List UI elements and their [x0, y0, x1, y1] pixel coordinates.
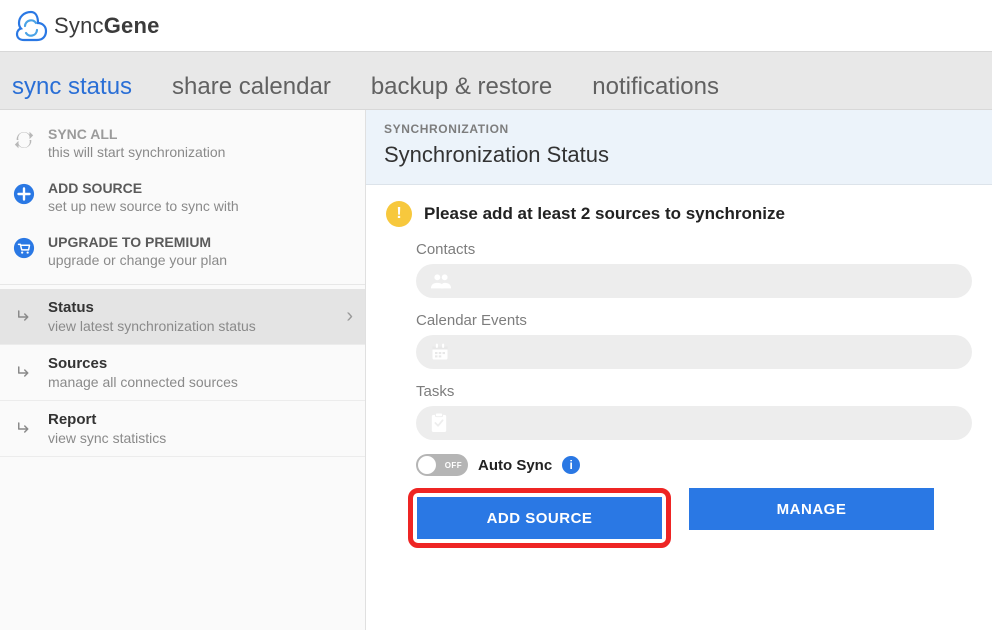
toggle-knob — [418, 456, 436, 474]
action-desc: set up new source to sync with — [48, 198, 239, 214]
sidebar-action-upgrade[interactable]: UPGRADE TO PREMIUM upgrade or change you… — [0, 224, 365, 278]
cart-icon — [12, 236, 36, 260]
top-header: SyncGene — [0, 0, 992, 52]
main-tabs: sync status share calendar backup & rest… — [0, 52, 992, 110]
category-label: Tasks — [416, 383, 972, 400]
manage-button[interactable]: MANAGE — [689, 488, 934, 530]
arrow-turn-icon — [12, 417, 36, 441]
clipboard-icon — [430, 412, 448, 434]
brand-name: SyncGene — [54, 13, 160, 39]
main-content: SYNCHRONIZATION Synchronization Status !… — [366, 110, 992, 630]
brand-logo[interactable]: SyncGene — [14, 9, 160, 43]
sidebar-action-add-source[interactable]: ADD SOURCE set up new source to sync wit… — [0, 170, 365, 224]
nav-title: Sources — [48, 355, 353, 372]
sidebar: SYNC ALL this will start synchronization… — [0, 110, 366, 630]
category-label: Calendar Events — [416, 312, 972, 329]
toggle-state-label: OFF — [445, 461, 462, 470]
sync-icon — [12, 128, 36, 152]
tab-notifications[interactable]: notifications — [586, 59, 725, 109]
plus-icon — [12, 182, 36, 206]
category-bar — [416, 264, 972, 298]
nav-title: Status — [48, 299, 334, 316]
warning-text: Please add at least 2 sources to synchro… — [424, 204, 785, 224]
content-header: SYNCHRONIZATION Synchronization Status — [366, 110, 992, 185]
category-calendar: Calendar Events — [416, 312, 972, 369]
calendar-icon — [430, 342, 450, 362]
divider — [0, 284, 365, 285]
people-icon — [430, 272, 452, 290]
warning-banner: ! Please add at least 2 sources to synch… — [386, 201, 972, 227]
sidebar-nav-report[interactable]: Report view sync statistics — [0, 401, 365, 457]
content-title: Synchronization Status — [384, 142, 974, 168]
autosync-label: Auto Sync — [478, 457, 552, 474]
info-icon[interactable]: i — [562, 456, 580, 474]
category-tasks: Tasks — [416, 383, 972, 440]
action-title: UPGRADE TO PREMIUM — [48, 234, 227, 250]
arrow-turn-icon — [12, 361, 36, 385]
content-eyebrow: SYNCHRONIZATION — [384, 122, 974, 136]
tab-sync-status[interactable]: sync status — [6, 59, 138, 109]
sidebar-nav-sources[interactable]: Sources manage all connected sources — [0, 345, 365, 401]
category-bar — [416, 406, 972, 440]
autosync-row: OFF Auto Sync i — [386, 454, 972, 476]
highlight-annotation: ADD SOURCE — [408, 488, 671, 548]
nav-desc: view latest synchronization status — [48, 318, 334, 334]
sidebar-action-sync-all[interactable]: SYNC ALL this will start synchronization — [0, 116, 365, 170]
syncgene-logo-icon — [14, 9, 48, 43]
action-title: SYNC ALL — [48, 126, 225, 142]
nav-title: Report — [48, 411, 353, 428]
warning-icon: ! — [386, 201, 412, 227]
tab-share-calendar[interactable]: share calendar — [166, 59, 337, 109]
nav-desc: view sync statistics — [48, 430, 353, 446]
category-label: Contacts — [416, 241, 972, 258]
nav-desc: manage all connected sources — [48, 374, 353, 390]
add-source-button[interactable]: ADD SOURCE — [417, 497, 662, 539]
arrow-turn-icon — [12, 305, 36, 329]
action-desc: this will start synchronization — [48, 144, 225, 160]
chevron-right-icon: › — [346, 305, 353, 328]
sidebar-nav-status[interactable]: Status view latest synchronization statu… — [0, 289, 365, 345]
category-bar — [416, 335, 972, 369]
autosync-toggle[interactable]: OFF — [416, 454, 468, 476]
tab-backup-restore[interactable]: backup & restore — [365, 59, 558, 109]
action-title: ADD SOURCE — [48, 180, 239, 196]
action-desc: upgrade or change your plan — [48, 252, 227, 268]
category-contacts: Contacts — [416, 241, 972, 298]
